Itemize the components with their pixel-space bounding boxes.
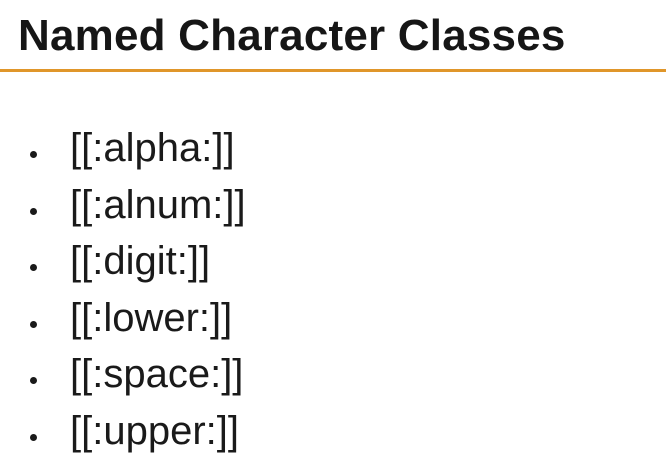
bullet-text: [[:lower:]] — [70, 295, 233, 340]
bullet-icon — [30, 377, 37, 384]
bullet-icon — [30, 151, 37, 158]
bullet-icon — [30, 264, 37, 271]
bullet-text: [[:upper:]] — [70, 408, 239, 453]
bullet-icon — [30, 320, 37, 328]
bullet-text: [[:space:]] — [70, 352, 244, 396]
bullet-icon — [30, 207, 37, 215]
bullet-text: [[:alpha:]] — [70, 126, 235, 170]
bullet-text: [[:digit:]] — [70, 239, 211, 283]
slide-title: Named Character Classes — [18, 11, 566, 60]
bullet-text: [[:alnum:]] — [70, 182, 246, 227]
title-underline — [0, 69, 666, 72]
bullet-icon — [30, 433, 37, 441]
